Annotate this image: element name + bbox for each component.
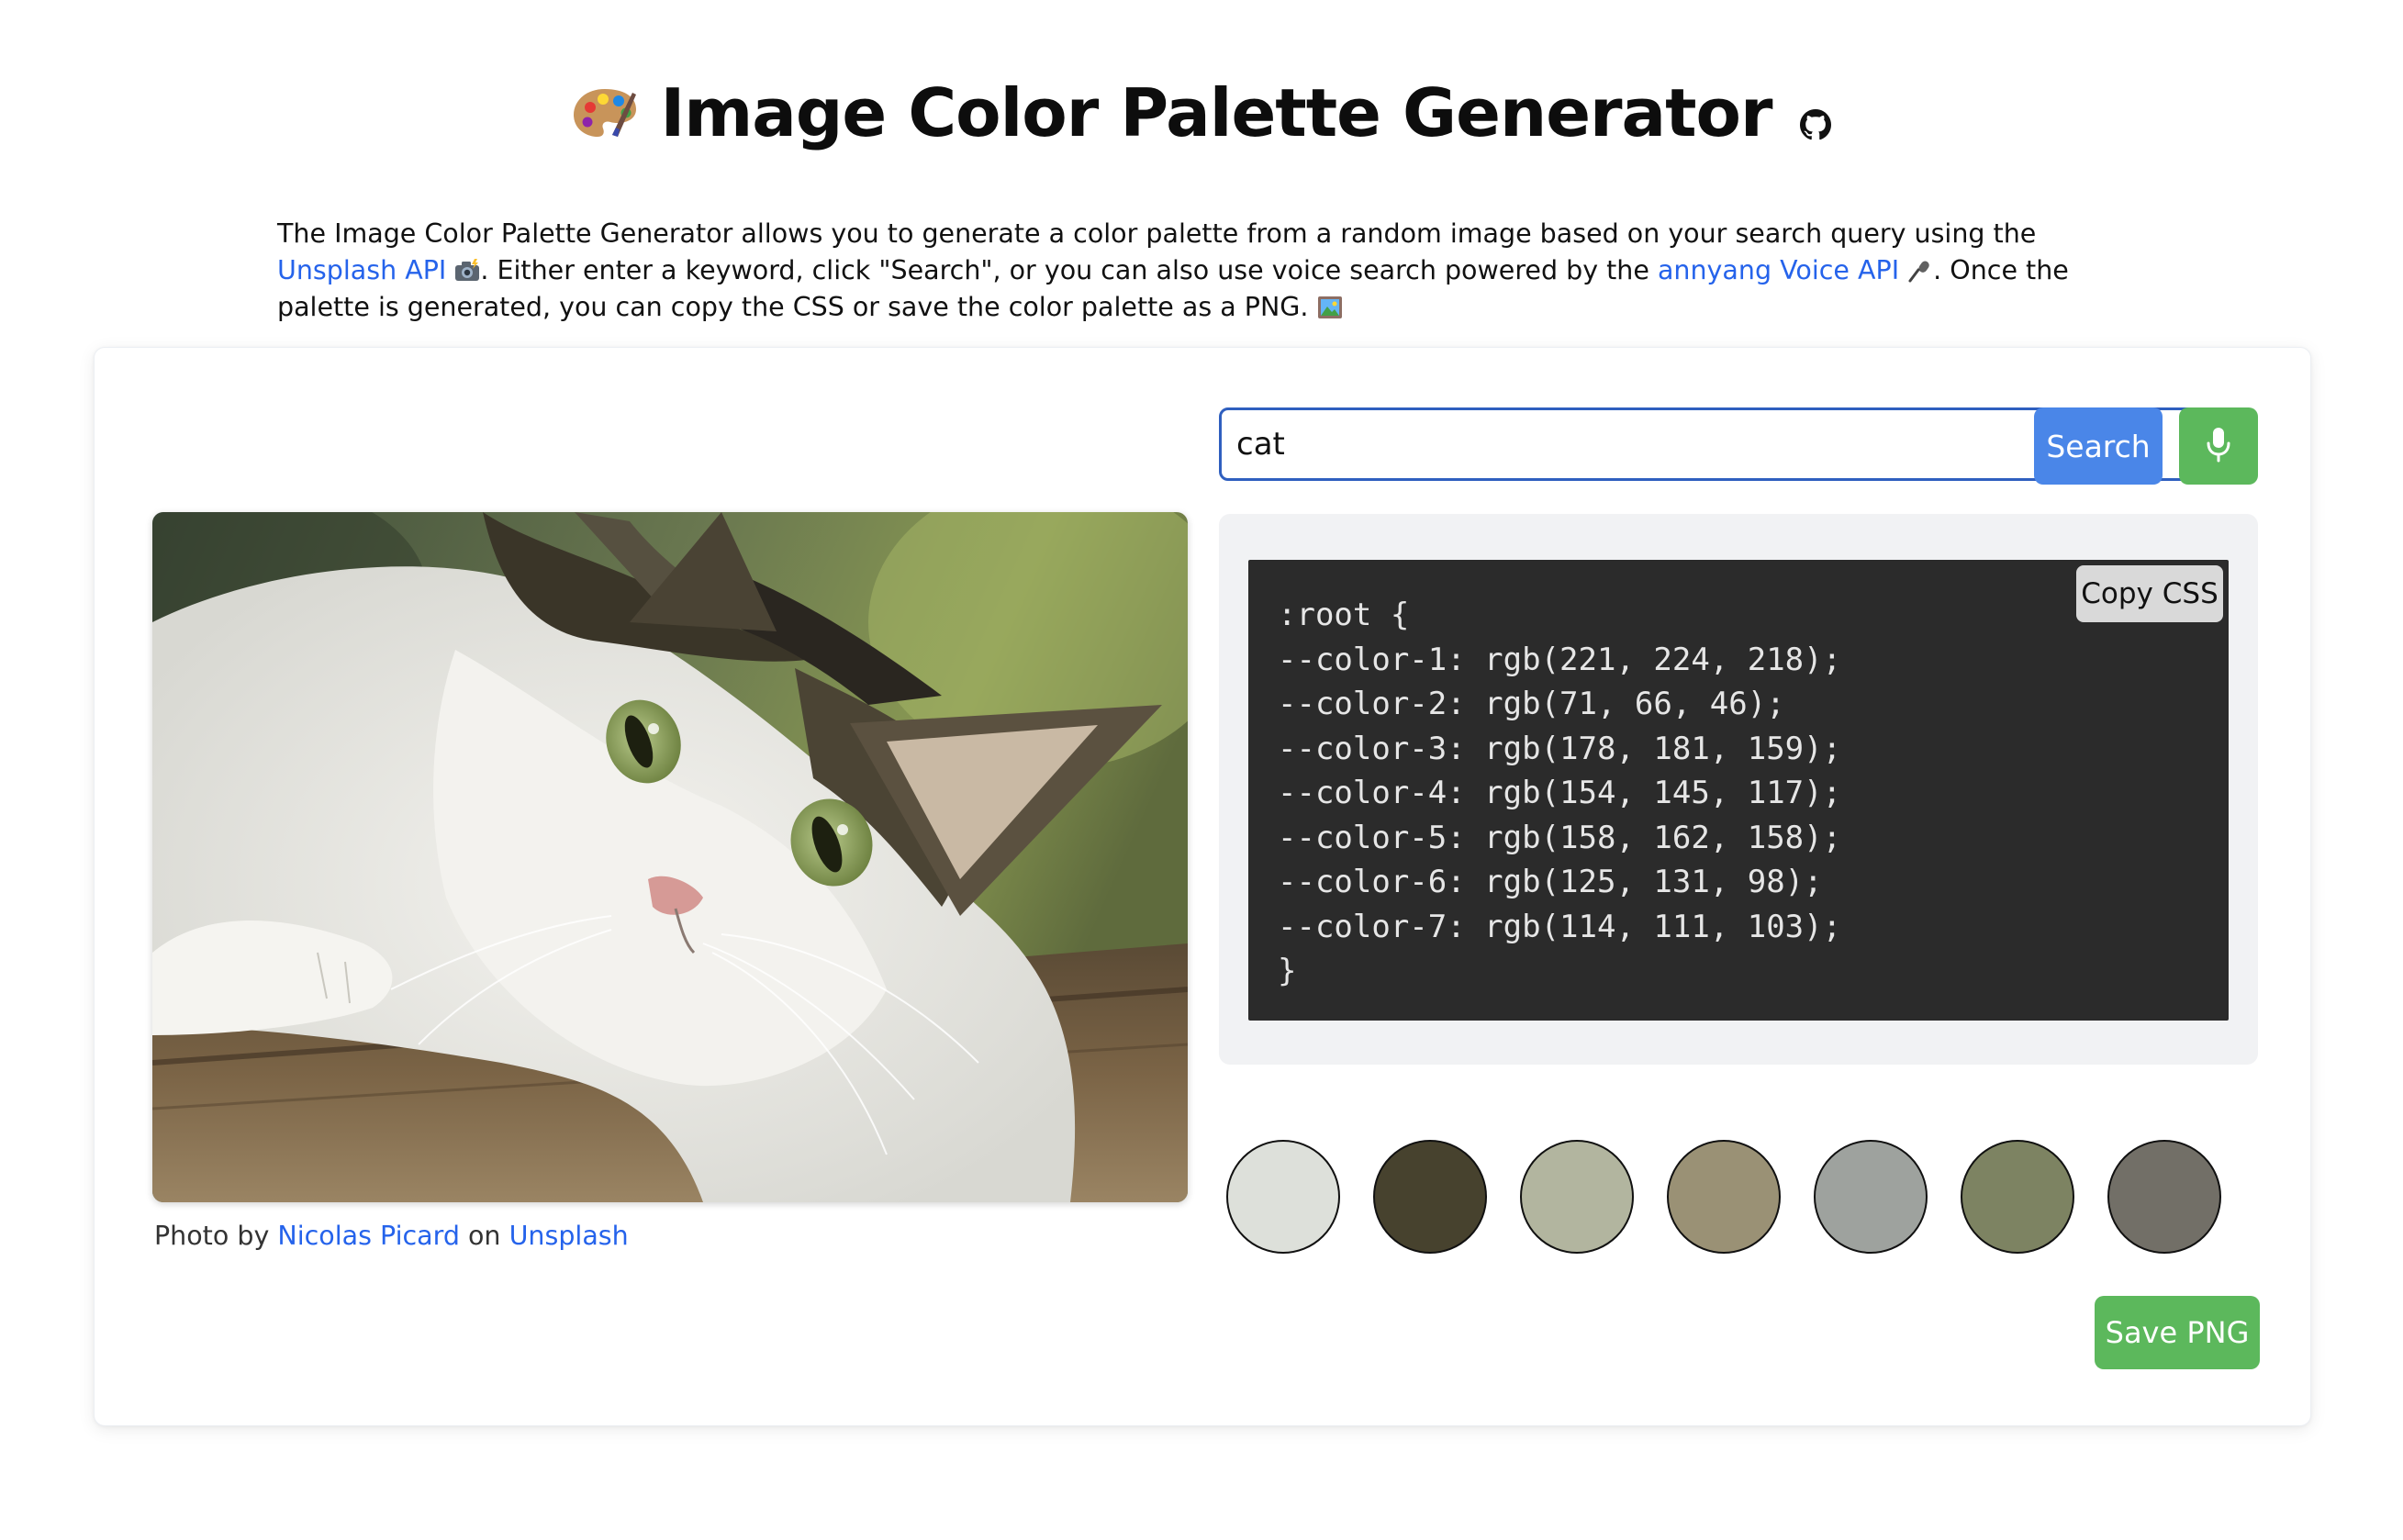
color-swatch-5[interactable] — [1814, 1140, 1928, 1254]
photo-credit: Photo by Nicolas Picard on Unsplash — [154, 1221, 629, 1251]
copy-css-button[interactable]: Copy CSS — [2076, 565, 2223, 622]
color-swatch-1[interactable] — [1226, 1140, 1340, 1254]
css-code-line: --color-1: rgb(221, 224, 218); — [1278, 641, 1842, 678]
css-code: :root { --color-1: rgb(221, 224, 218); -… — [1278, 593, 1841, 994]
color-swatch-6[interactable] — [1961, 1140, 2074, 1254]
intro-text: The Image Color Palette Generator allows… — [277, 218, 2069, 322]
microphone-emoji-icon — [1907, 256, 1933, 282]
artist-palette-icon — [572, 85, 638, 140]
header: Image Color Palette Generator — [0, 62, 2403, 163]
unsplash-api-link[interactable]: Unsplash API — [277, 255, 446, 285]
voice-search-button[interactable] — [2179, 407, 2258, 485]
color-swatch-3[interactable] — [1520, 1140, 1634, 1254]
framed-picture-icon — [1317, 293, 1343, 318]
color-swatch-7[interactable] — [2107, 1140, 2221, 1254]
color-swatch-4[interactable] — [1667, 1140, 1781, 1254]
page-title: Image Color Palette Generator — [660, 74, 1772, 151]
css-code-line: --color-4: rgb(154, 145, 117); — [1278, 775, 1842, 811]
photographer-link[interactable]: Nicolas Picard — [277, 1221, 460, 1251]
unsplash-link[interactable]: Unsplash — [509, 1221, 629, 1251]
save-png-button[interactable]: Save PNG — [2095, 1296, 2260, 1369]
unsplash-photo — [152, 512, 1188, 1202]
css-code-line: --color-6: rgb(125, 131, 98); — [1278, 864, 1823, 900]
css-code-line: --color-2: rgb(71, 66, 46); — [1278, 686, 1785, 722]
css-code-line: :root { — [1278, 597, 1410, 633]
voice-api-link[interactable]: annyang Voice API — [1658, 255, 1899, 285]
microphone-icon — [2207, 427, 2230, 465]
github-icon[interactable] — [1799, 109, 1831, 140]
search-button[interactable]: Search — [2034, 407, 2163, 485]
css-code-line: --color-5: rgb(158, 162, 158); — [1278, 819, 1842, 856]
camera-flash-icon — [454, 256, 480, 281]
css-code-line: --color-7: rgb(114, 111, 103); — [1278, 908, 1842, 945]
css-code-block: :root { --color-1: rgb(221, 224, 218); -… — [1248, 560, 2229, 1021]
css-code-line: } — [1278, 953, 1297, 989]
css-code-line: --color-3: rgb(178, 181, 159); — [1278, 730, 1842, 767]
color-swatch-2[interactable] — [1373, 1140, 1487, 1254]
